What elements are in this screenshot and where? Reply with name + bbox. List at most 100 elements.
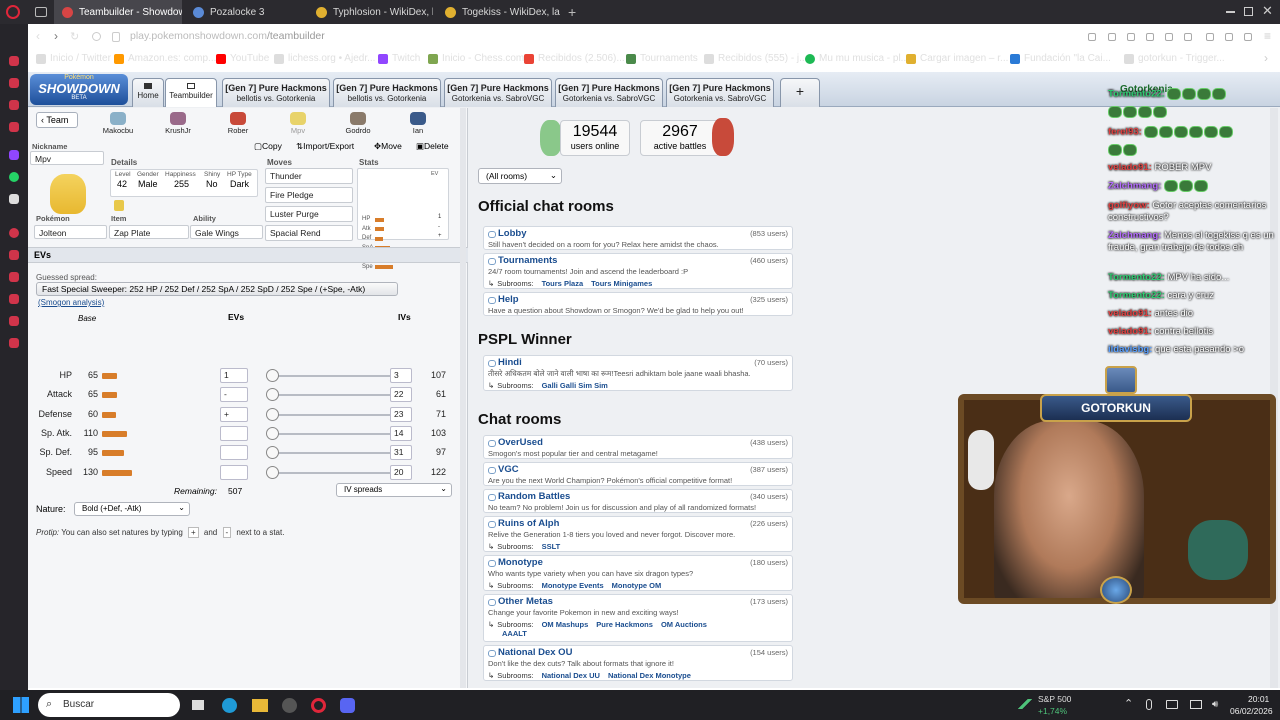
window-close-icon[interactable]: ✕ [1262, 3, 1273, 19]
url-field[interactable]: play.pokemonshowdown.com/teambuilder [130, 30, 325, 42]
chat-room-box[interactable]: VGC (387 users) Are you the next World Cha… [483, 462, 793, 486]
chat-username[interactable]: Tormento22: [1108, 290, 1165, 301]
more-bookmarks-icon[interactable]: › [1264, 51, 1268, 65]
bookmark-item[interactable]: Mu mu musica - pl... [805, 53, 909, 64]
ev-slider-handle[interactable] [266, 388, 279, 402]
team-slot[interactable]: Godrdo [330, 112, 386, 138]
room-name[interactable]: Help [498, 294, 519, 305]
room-name[interactable]: Random Battles [498, 491, 570, 502]
chat-room-box[interactable]: Lobby (853 users) Still haven't decided on… [483, 226, 793, 250]
ev-input[interactable]: 1 [220, 368, 248, 383]
chat-room-box[interactable]: National Dex OU (154 users) Don't like the… [483, 645, 793, 681]
subroom-link[interactable]: SSLT [542, 542, 561, 551]
import-export-button[interactable]: ⇅Import/Export [296, 141, 354, 152]
discord-icon[interactable] [340, 698, 355, 713]
chat-room-box[interactable]: Ruins of Alph (226 users) Relive the Gener… [483, 516, 793, 552]
toolbar-icon[interactable] [1088, 33, 1096, 41]
room-name[interactable]: Ruins of Alph [498, 518, 559, 529]
clock-date[interactable]: 06/02/2026 [1230, 706, 1273, 716]
panel-scrollbar[interactable] [460, 108, 466, 688]
ev-slider-handle[interactable] [266, 407, 279, 421]
taskbar-search-box[interactable]: ⌕ Buscar [38, 693, 180, 717]
browser-tab-3[interactable]: Togekiss - WikiDex, la enc [437, 0, 562, 24]
bookmark-item[interactable]: lichess.org • Ajedr... [274, 53, 375, 64]
iv-input[interactable]: 3 [390, 368, 412, 383]
ev-slider-track[interactable] [270, 452, 392, 455]
bookmark-item[interactable]: Cargar imagen – r... [906, 53, 1008, 64]
sidebar-icon[interactable] [9, 294, 19, 304]
chat-username[interactable]: Tormento22: [1108, 272, 1165, 283]
forward-icon[interactable]: › [54, 29, 58, 43]
reload-icon[interactable]: ↻ [70, 30, 79, 43]
browser-tab-2[interactable]: Typhlosion - WikiDex, la e [308, 0, 433, 24]
stock-name[interactable]: S&P 500 [1038, 694, 1071, 704]
guessed-spread-button[interactable]: Fast Special Sweeper: 252 HP / 252 Def /… [36, 282, 398, 296]
room-name[interactable]: National Dex OU [498, 647, 572, 658]
chat-room-box[interactable]: Monotype (180 users) Who wants type variet… [483, 555, 793, 591]
iv-spreads-select[interactable]: IV spreads ⌄ [336, 483, 452, 497]
chat-username[interactable]: velado91: [1108, 326, 1152, 337]
toolbar-icon[interactable] [1108, 33, 1116, 41]
bookmark-item[interactable]: Inicio / Twitter [36, 53, 111, 64]
chat-username[interactable]: Zalchmang: [1108, 230, 1161, 241]
new-tab-icon[interactable]: + [568, 4, 576, 20]
chat-room-box[interactable]: Help (325 users) Have a question about Sho… [483, 292, 793, 316]
ev-slider-track[interactable] [270, 375, 392, 377]
iv-input[interactable]: 14 [390, 425, 412, 441]
ev-slider-handle[interactable] [266, 465, 279, 479]
chat-username[interactable]: golfiyow: [1108, 200, 1150, 211]
room-name[interactable]: VGC [498, 464, 519, 475]
network-icon[interactable] [1190, 700, 1202, 709]
chat-room-box[interactable]: Random Battles (340 users) No team? No pro… [483, 489, 793, 513]
copy-button[interactable]: ▢Copy [254, 141, 282, 152]
move-button[interactable]: ✥Move [374, 141, 402, 152]
ev-slider-track[interactable] [270, 471, 392, 474]
chat-room-box[interactable]: OverUsed (438 users) Smogon's most popular… [483, 435, 793, 459]
ev-input[interactable] [220, 464, 248, 480]
back-icon[interactable]: ‹ [36, 29, 40, 43]
bookmark-item[interactable]: Twitch [378, 53, 420, 64]
subroom-link[interactable]: OM Mashups [542, 620, 589, 629]
delete-button[interactable]: ▣Delete [416, 141, 449, 152]
toolbar-icon[interactable] [1206, 33, 1214, 41]
chat-username[interactable]: Tormento22: [1108, 89, 1165, 100]
bookmark-item[interactable]: Recibidos (2.506)... [524, 53, 625, 64]
x-icon[interactable] [9, 194, 19, 204]
sidebar-icon[interactable] [9, 338, 19, 348]
ev-slider-track[interactable] [270, 432, 392, 435]
bookmark-item[interactable]: Inicio - Chess.com [428, 53, 524, 64]
room-name[interactable]: Lobby [498, 228, 527, 239]
subroom-link[interactable]: Pure Hackmons [596, 620, 653, 629]
edge-icon[interactable] [222, 698, 237, 713]
sidebar-icon[interactable] [9, 316, 19, 326]
bookmark-item[interactable]: Recibidos (555) - j... [704, 53, 807, 64]
room-name[interactable]: OverUsed [498, 437, 543, 448]
browser-tab-0[interactable]: Teambuilder - Showdown! [54, 0, 182, 24]
ev-slider-track[interactable] [270, 394, 392, 397]
tab-home[interactable]: Home [132, 78, 164, 107]
sidebar-icon[interactable] [9, 122, 19, 132]
chat-username[interactable]: Zalchmang: [1108, 181, 1161, 192]
subroom-link[interactable]: National Dex Monotype [608, 671, 691, 680]
subroom-link[interactable]: National Dex UU [542, 671, 600, 680]
move-input-2[interactable]: Fire Pledge [265, 187, 353, 203]
mic-icon[interactable] [1146, 699, 1152, 710]
sidebar-icon[interactable] [9, 100, 19, 110]
toolbar-icon[interactable] [1244, 33, 1252, 41]
opera-icon[interactable] [311, 698, 326, 713]
window-maximize-icon[interactable] [1244, 7, 1253, 16]
team-slot[interactable]: KrushJr [150, 112, 206, 138]
sidebar-icon[interactable] [9, 250, 19, 260]
room-name[interactable]: Tournaments [498, 255, 557, 266]
chat-room-box[interactable]: Tournaments (460 users) 24/7 room tourname… [483, 253, 793, 289]
ev-input[interactable]: - [220, 387, 248, 403]
room-name[interactable]: Hindi [498, 357, 522, 368]
app-icon[interactable] [282, 698, 297, 713]
whatsapp-icon[interactable] [9, 172, 19, 182]
subroom-link[interactable]: Monotype OM [612, 581, 662, 590]
iv-input[interactable]: 20 [390, 464, 412, 480]
sidebar-icon[interactable] [9, 272, 19, 282]
ev-slider-handle[interactable] [266, 426, 279, 440]
iv-input[interactable]: 22 [390, 387, 412, 403]
nature-select[interactable]: Bold (+Def, -Atk) ⌄ [74, 502, 190, 516]
